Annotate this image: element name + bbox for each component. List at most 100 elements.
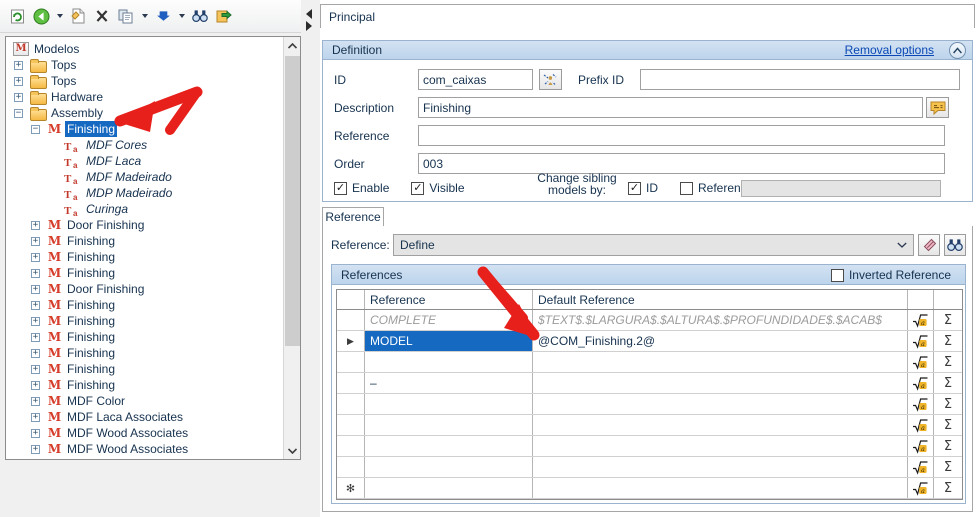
prefix-id-field[interactable] — [640, 69, 960, 90]
tree-item-mdp-madeirado[interactable]: Ta MDP Madeirado — [10, 185, 282, 202]
tree-expand-icon[interactable]: + — [31, 428, 40, 438]
formula-icon[interactable]: a — [908, 436, 934, 456]
cell-default-reference[interactable] — [533, 478, 908, 498]
tree-item-door-finishing[interactable]: + M Door Finishing — [10, 217, 282, 233]
tree-item-mdf-wood-associates[interactable]: + M MDF Wood Associates — [10, 425, 282, 441]
cell-reference[interactable] — [365, 457, 533, 477]
collapse-left-icon[interactable] — [306, 9, 312, 19]
removal-options-link[interactable]: Removal options — [845, 43, 934, 57]
copy-icon[interactable] — [115, 5, 137, 27]
reference-field[interactable] — [418, 125, 945, 146]
move-down-icon[interactable] — [152, 5, 174, 27]
sibling-reference-checkbox[interactable] — [680, 181, 693, 195]
references-grid[interactable]: Reference Default Reference COMPLETE $TEX… — [336, 289, 963, 500]
cell-reference[interactable] — [365, 436, 533, 456]
cell-default-reference[interactable]: @COM_Finishing.2@ — [533, 331, 908, 351]
tree-collapse-icon[interactable]: − — [14, 108, 23, 118]
row-selector-icon[interactable] — [337, 373, 365, 393]
formula-icon[interactable]: a — [908, 394, 934, 414]
sum-icon[interactable]: Σ — [934, 457, 962, 477]
table-row[interactable]: ✻ a Σ — [337, 478, 962, 499]
sum-icon[interactable]: Σ — [934, 310, 962, 330]
export-icon[interactable] — [213, 5, 235, 27]
copy-dropdown-caret[interactable] — [139, 5, 150, 27]
tree-collapse-icon[interactable]: − — [31, 124, 40, 134]
row-selector-icon[interactable] — [337, 310, 365, 330]
tree-expand-icon[interactable]: + — [31, 220, 40, 230]
formula-icon[interactable]: a — [908, 352, 934, 372]
row-selector-icon[interactable] — [337, 415, 365, 435]
cell-reference[interactable] — [365, 415, 533, 435]
cell-default-reference[interactable] — [533, 457, 908, 477]
reference-combo[interactable]: Define — [393, 234, 914, 256]
tree-item-finishing[interactable]: + M Finishing — [10, 345, 282, 361]
id-picker-button[interactable] — [539, 69, 562, 90]
refresh-icon[interactable] — [6, 5, 28, 27]
tree-expand-icon[interactable]: + — [31, 396, 40, 406]
tree-item-finishing[interactable]: − M Finishing — [10, 121, 282, 137]
tree-item-finishing[interactable]: + M Finishing — [10, 361, 282, 377]
tree-expand-icon[interactable]: + — [31, 332, 40, 342]
tree-item-finishing[interactable]: + M Finishing — [10, 297, 282, 313]
tree-item-mdf-color[interactable]: + M MDF Color — [10, 393, 282, 409]
sum-icon[interactable]: Σ — [934, 436, 962, 456]
reference-find-button[interactable] — [944, 234, 966, 256]
cell-default-reference[interactable] — [533, 415, 908, 435]
row-selector-icon[interactable]: ▶ — [337, 331, 365, 351]
id-field[interactable]: com_caixas — [418, 69, 533, 90]
scroll-down-icon[interactable] — [284, 442, 300, 459]
cell-default-reference[interactable] — [533, 394, 908, 414]
chevron-down-icon[interactable] — [897, 240, 907, 251]
cell-default-reference[interactable] — [533, 352, 908, 372]
tree-expand-icon[interactable]: + — [14, 92, 23, 102]
table-row[interactable]: aΣ — [337, 352, 962, 373]
new-document-icon[interactable] — [67, 5, 89, 27]
tree-item-finishing[interactable]: + M Finishing — [10, 249, 282, 265]
tree-item-hardware[interactable]: + Hardware — [10, 89, 282, 105]
cell-reference[interactable]: MODEL — [365, 331, 533, 351]
sum-icon[interactable]: Σ — [934, 352, 962, 372]
tree-expand-icon[interactable]: + — [31, 284, 40, 294]
cell-reference[interactable]: COMPLETE — [365, 310, 533, 330]
description-comment-button[interactable] — [926, 97, 949, 118]
scroll-up-icon[interactable] — [284, 37, 300, 54]
collapse-right-icon[interactable] — [306, 21, 312, 31]
pane-splitter[interactable] — [301, 0, 320, 517]
inverted-reference-checkbox[interactable] — [830, 268, 844, 282]
table-row[interactable]: aΣ — [337, 436, 962, 457]
tree-expand-icon[interactable]: + — [31, 444, 40, 454]
move-down-dropdown-caret[interactable] — [176, 5, 187, 27]
tree-item-door-finishing[interactable]: + M Door Finishing — [10, 281, 282, 297]
back-arrow-icon[interactable] — [30, 5, 52, 27]
tree-item-mdf-madeirado[interactable]: Ta MDF Madeirado — [10, 169, 282, 186]
back-dropdown-caret[interactable] — [54, 5, 65, 27]
sum-icon[interactable]: Σ — [934, 373, 962, 393]
tree-expand-icon[interactable]: + — [31, 252, 40, 262]
sum-icon[interactable]: Σ — [934, 331, 962, 351]
table-row[interactable]: ▶ MODEL @COM_Finishing.2@ a Σ — [337, 331, 962, 352]
tree-item-finishing[interactable]: + M Finishing — [10, 233, 282, 249]
order-field[interactable]: 003 — [418, 153, 945, 174]
tree-expand-icon[interactable]: + — [31, 268, 40, 278]
description-field[interactable]: Finishing — [418, 97, 923, 118]
delete-icon[interactable] — [91, 5, 113, 27]
tree-item-finishing[interactable]: + M Finishing — [10, 265, 282, 281]
tree-expand-icon[interactable]: + — [31, 316, 40, 326]
tree-expand-icon[interactable]: + — [31, 236, 40, 246]
tab-principal[interactable]: Principal — [320, 4, 975, 28]
formula-icon[interactable]: a — [908, 373, 934, 393]
table-row[interactable]: aΣ — [337, 457, 962, 478]
sum-icon[interactable]: Σ — [934, 394, 962, 414]
sum-icon[interactable]: Σ — [934, 415, 962, 435]
tree-item-mdf-wood-associates[interactable]: + M MDF Wood Associates — [10, 441, 282, 457]
row-selector-icon[interactable] — [337, 457, 365, 477]
grid-col-reference[interactable]: Reference — [365, 290, 533, 309]
sibling-extra-field[interactable] — [741, 180, 941, 197]
reference-erase-button[interactable] — [918, 234, 940, 256]
tree-item-mdf-laca-associates[interactable]: + M MDF Laca Associates — [10, 409, 282, 425]
cell-reference[interactable] — [365, 352, 533, 372]
tree-item-assembly[interactable]: − Assembly — [10, 105, 282, 121]
model-tree[interactable]: Modelos +Tops+Tops+Hardware−Assembly−MFi… — [5, 36, 301, 460]
row-selector-icon[interactable] — [337, 394, 365, 414]
formula-icon[interactable]: a — [908, 415, 934, 435]
